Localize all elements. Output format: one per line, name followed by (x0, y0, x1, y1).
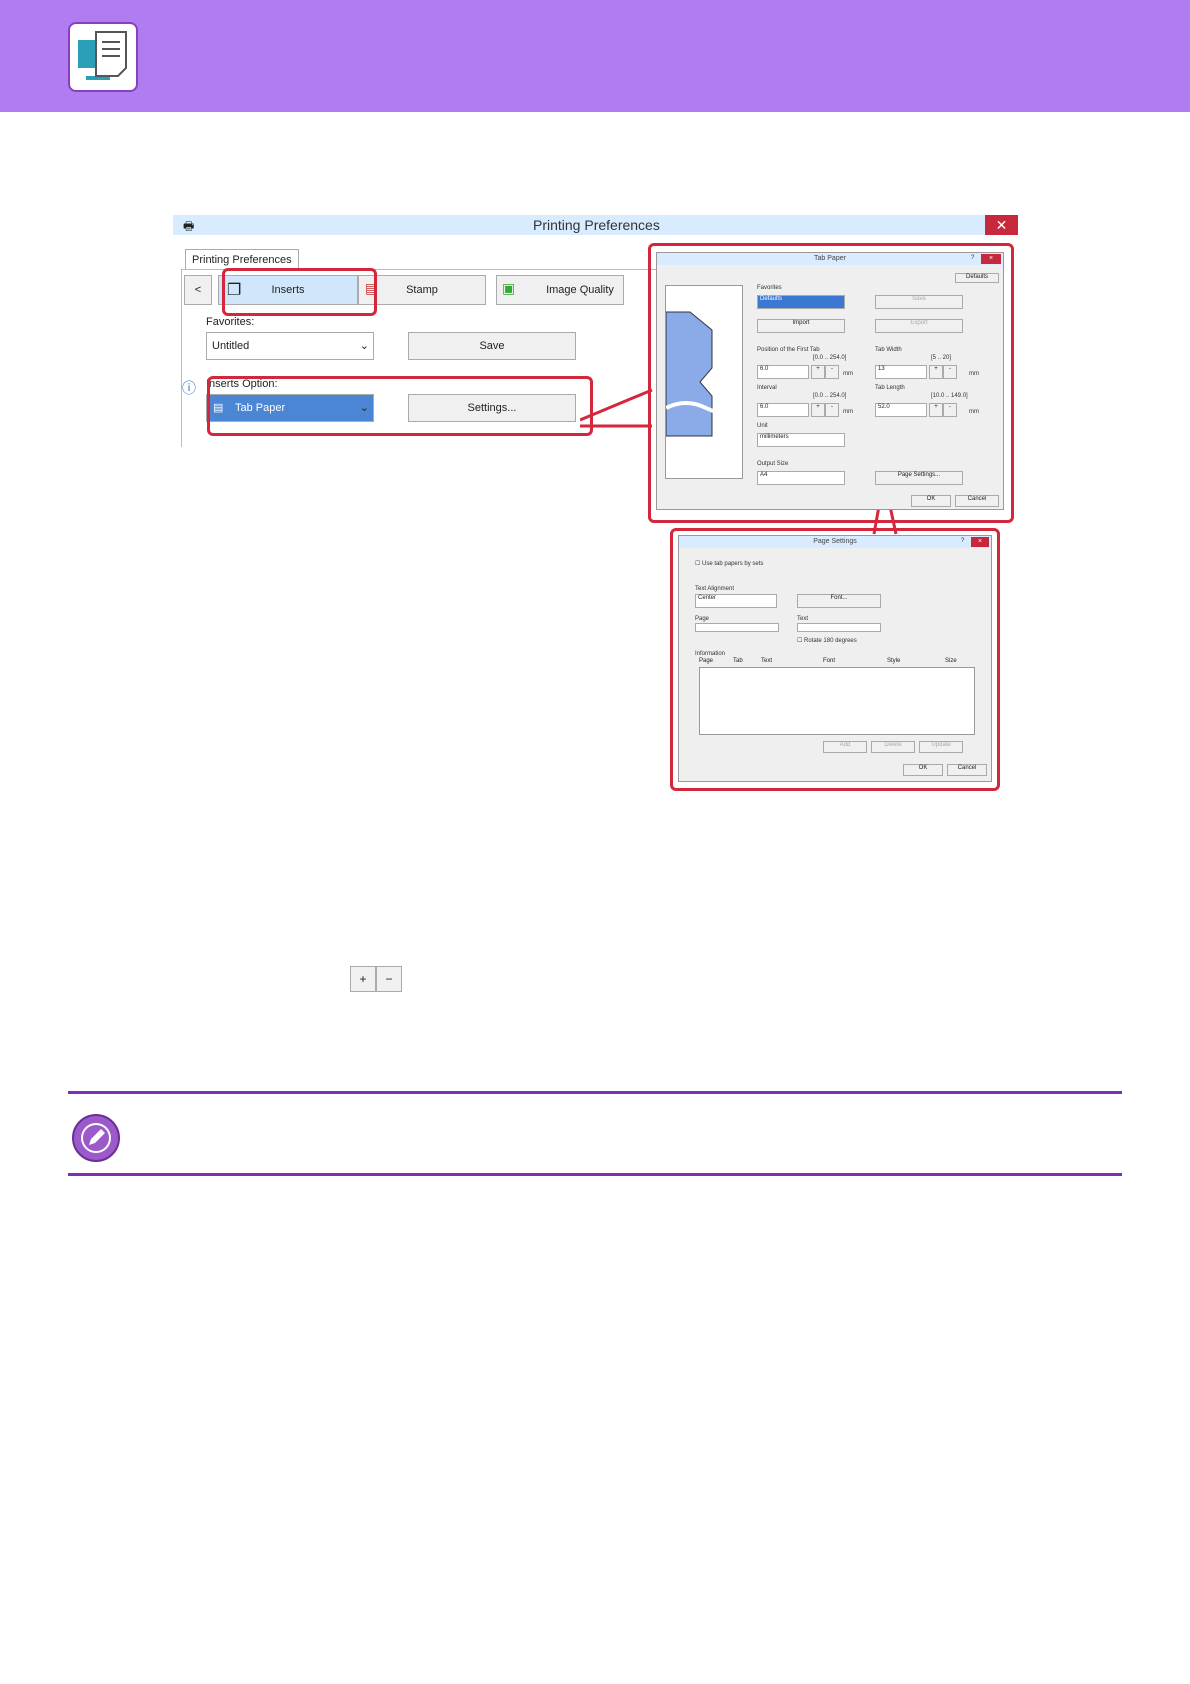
unit-text: mm (969, 371, 979, 377)
close-button[interactable]: × (971, 537, 989, 547)
plus-button[interactable]: + (929, 403, 943, 417)
pos-first-label: Position of the First Tab (757, 347, 820, 353)
chevron-down-icon: ⌄ (359, 340, 369, 352)
defaults-button[interactable]: Defaults (955, 273, 999, 283)
use-tab-papers-checkbox[interactable]: ☐ Use tab papers by sets (695, 560, 763, 567)
minus-button[interactable]: - (943, 365, 957, 379)
pos-first-input[interactable]: 6.0 (757, 365, 809, 379)
export-button[interactable]: Export (875, 319, 963, 333)
minus-button[interactable]: − (376, 966, 402, 992)
information-list[interactable] (699, 667, 975, 735)
printer-icon: 🖶 (183, 219, 195, 233)
page-label: Page (695, 616, 710, 622)
minus-button[interactable]: - (825, 403, 839, 417)
ok-button[interactable]: OK (911, 495, 951, 507)
interval-input[interactable]: 6.0 (757, 403, 809, 417)
text-label: Text (797, 616, 809, 622)
plus-button[interactable]: + (929, 365, 943, 379)
window-titlebar: 🖶 Printing Preferences (173, 215, 1018, 235)
save-button[interactable]: Save (875, 295, 963, 309)
rotate-label: Rotate 180 degrees (804, 638, 857, 644)
column-header: Font (823, 658, 836, 664)
header-band (0, 0, 1190, 112)
interval-label: Interval (757, 385, 777, 391)
unit-select[interactable]: millimeters (757, 433, 845, 447)
plus-button[interactable]: + (811, 365, 825, 379)
save-button[interactable]: Save (408, 332, 576, 360)
font-button[interactable]: Font... (797, 594, 881, 608)
output-size-label: Output Size (757, 461, 789, 467)
unit-text: mm (843, 409, 853, 415)
use-tab-papers-label: Use tab papers by sets (702, 561, 764, 567)
plus-button[interactable]: + (811, 403, 825, 417)
image-quality-icon: ▣ (502, 280, 516, 296)
help-icon[interactable]: ? (961, 538, 964, 544)
column-header: Style (887, 658, 901, 664)
favorites-select[interactable]: Defaults (757, 295, 845, 309)
tab-length-range: [10.0 .. 149.0] (931, 393, 968, 399)
dialog-title: Page Settings (679, 536, 991, 548)
import-button[interactable]: Import (757, 319, 845, 333)
tab-printing-preferences[interactable]: Printing Preferences (185, 249, 299, 270)
dialog-title: Tab Paper (657, 253, 1003, 265)
close-button[interactable]: ✕ (985, 215, 1018, 235)
information-label: Information (695, 651, 726, 657)
window-title: Printing Preferences (533, 217, 660, 233)
tab-width-input[interactable]: 13 (875, 365, 927, 379)
cancel-button[interactable]: Cancel (947, 764, 987, 776)
computer-document-icon (68, 22, 138, 92)
note-top-rule (68, 1091, 1122, 1094)
info-icon: ⓘ (182, 380, 196, 396)
delete-button[interactable]: Delete (871, 741, 915, 753)
plus-button[interactable]: + (350, 966, 376, 992)
column-header: Tab (733, 658, 743, 664)
page-input[interactable] (695, 623, 779, 632)
page-settings-dialog: Page Settings ? × ☐ Use tab papers by se… (678, 535, 992, 782)
add-button[interactable]: Add (823, 741, 867, 753)
ok-button[interactable]: OK (903, 764, 943, 776)
rotate-checkbox[interactable]: ☐ Rotate 180 degrees (797, 637, 857, 644)
favorites-label: Favorites: (206, 316, 255, 328)
unit-label: Unit (757, 423, 768, 429)
unit-text: mm (843, 371, 853, 377)
tab-length-label: Tab Length (875, 385, 905, 391)
close-button[interactable]: × (981, 254, 1001, 264)
nav-back-button[interactable]: < (184, 275, 212, 305)
update-button[interactable]: Update (919, 741, 963, 753)
cancel-button[interactable]: Cancel (955, 495, 999, 507)
tab-length-input[interactable]: 52.0 (875, 403, 927, 417)
minus-button[interactable]: - (943, 403, 957, 417)
output-size-select[interactable]: A4 (757, 471, 845, 485)
text-input[interactable] (797, 623, 881, 632)
tab-width-label: Tab Width (875, 347, 902, 353)
favorites-select[interactable]: Untitled ⌄ (206, 332, 374, 360)
favorites-label: Favorites (757, 285, 782, 291)
pencil-note-icon (72, 1114, 120, 1162)
note-bottom-rule (68, 1173, 1122, 1176)
interval-range: [0.0 .. 254.0] (813, 393, 847, 399)
tab-paper-dialog: Tab Paper ? × Defaults Favorites Default… (656, 252, 1004, 510)
page-settings-button[interactable]: Page Settings... (875, 471, 963, 485)
text-alignment-label: Text Alignment (695, 586, 735, 592)
tab-preview (665, 285, 747, 479)
highlight-inserts (222, 268, 377, 316)
tab-width-range: [5 .. 20] (931, 355, 952, 361)
text-alignment-select[interactable]: Center (695, 594, 777, 608)
unit-text: mm (969, 409, 979, 415)
column-header: Page (699, 658, 714, 664)
column-header: Size (945, 658, 957, 664)
help-icon[interactable]: ? (971, 255, 974, 261)
minus-button[interactable]: - (825, 365, 839, 379)
column-header: Text (761, 658, 773, 664)
highlight-inserts-option (207, 376, 593, 436)
favorites-select-value: Untitled (212, 340, 250, 352)
pos-first-range: [0.0 .. 254.0] (813, 355, 847, 361)
